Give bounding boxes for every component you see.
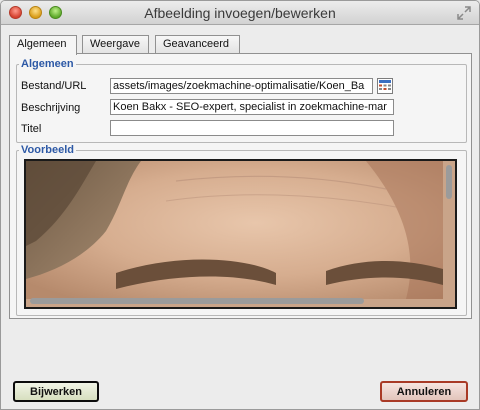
horizontal-scroll-thumb[interactable] (30, 298, 364, 304)
file-url-input[interactable] (110, 78, 373, 94)
description-label: Beschrijving (21, 102, 81, 114)
title-bar[interactable]: Afbeelding invoegen/bewerken (1, 1, 479, 25)
window-title: Afbeelding invoegen/bewerken (144, 5, 336, 21)
update-button[interactable]: Bijwerken (13, 381, 99, 402)
preview-image (26, 161, 443, 299)
vertical-scroll-thumb[interactable] (446, 165, 452, 199)
tab-advanced[interactable]: Geavanceerd (155, 35, 240, 54)
preview-vertical-scrollbar[interactable] (445, 165, 453, 295)
cancel-button[interactable]: Annuleren (380, 381, 468, 402)
preview-horizontal-scrollbar[interactable] (30, 297, 440, 305)
dialog-window: Afbeelding invoegen/bewerken Algemeen We… (0, 0, 480, 410)
title-label: Titel (21, 123, 42, 135)
title-input[interactable] (110, 120, 394, 136)
browse-files-icon[interactable] (377, 78, 393, 94)
image-preview[interactable] (24, 159, 457, 309)
description-input[interactable] (110, 99, 394, 115)
tab-general[interactable]: Algemeen (9, 35, 77, 55)
preview-legend: Voorbeeld (21, 144, 74, 156)
general-legend: Algemeen (21, 58, 74, 70)
file-url-label: Bestand/URL (21, 80, 87, 92)
fullscreen-icon[interactable] (457, 6, 471, 20)
tab-display[interactable]: Weergave (82, 35, 149, 54)
